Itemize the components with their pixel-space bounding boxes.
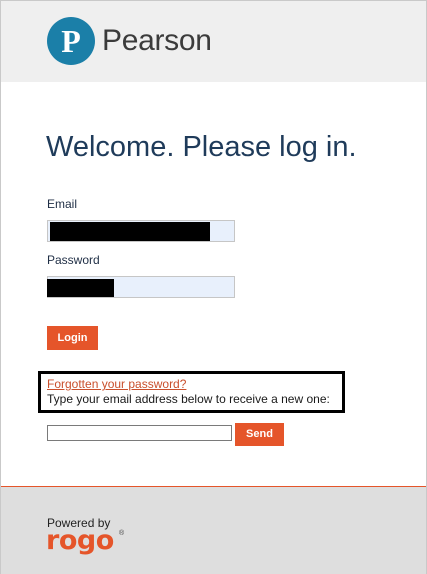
footer: Powered by rogo ® bbox=[1, 486, 426, 574]
brand-name: Pearson bbox=[102, 24, 212, 57]
password-field[interactable] bbox=[47, 276, 235, 298]
rogo-logo: rogo bbox=[46, 525, 114, 556]
registered-mark: ® bbox=[119, 530, 125, 537]
header: P Pearson bbox=[1, 1, 426, 82]
forgot-password-link[interactable]: Forgotten your password? bbox=[47, 377, 186, 391]
send-button[interactable]: Send bbox=[235, 423, 284, 446]
login-button[interactable]: Login bbox=[47, 326, 98, 350]
forgot-password-box: Forgotten your password? Type your email… bbox=[38, 371, 345, 413]
redacted-email bbox=[50, 222, 210, 241]
logo-glyph: P bbox=[61, 23, 81, 59]
redacted-password bbox=[47, 279, 114, 297]
reset-email-input[interactable] bbox=[47, 425, 232, 441]
pearson-logo-icon: P bbox=[47, 17, 95, 65]
email-field[interactable] bbox=[47, 220, 235, 242]
reset-instructions: Type your email address below to receive… bbox=[47, 392, 330, 406]
password-label: Password bbox=[47, 253, 100, 267]
email-label: Email bbox=[47, 197, 78, 211]
page-title: Welcome. Please log in. bbox=[46, 131, 357, 163]
